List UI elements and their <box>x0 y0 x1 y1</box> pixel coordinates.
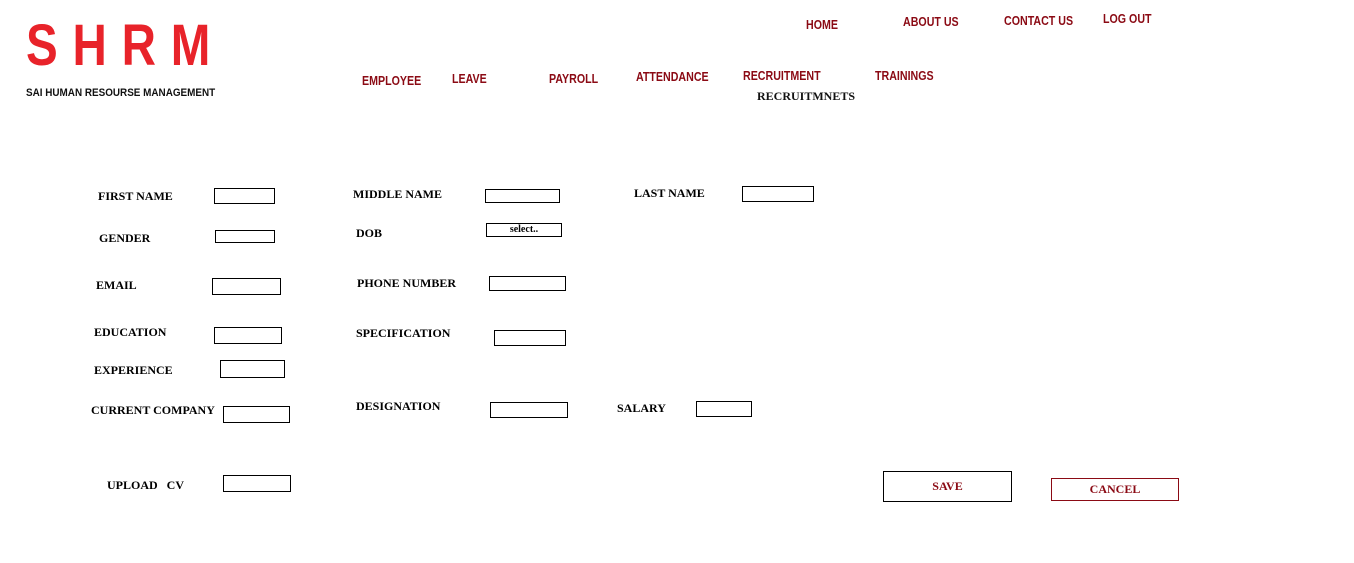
salary-label: SALARY <box>617 401 666 415</box>
experience-input[interactable] <box>220 360 285 378</box>
nav-recruitments-sublink[interactable]: RECRUITMNETS <box>757 89 855 104</box>
email-input[interactable] <box>212 278 281 295</box>
logo: SHRM <box>26 13 226 78</box>
nav-leave-link[interactable]: LEAVE <box>452 71 487 86</box>
experience-label: EXPERIENCE <box>94 363 173 377</box>
nav-contact-link[interactable]: CONTACT US <box>1004 13 1073 28</box>
cancel-button[interactable]: CANCEL <box>1051 478 1179 501</box>
phone-number-label: PHONE NUMBER <box>357 276 456 290</box>
nav-recruitment-link[interactable]: RECRUITMENT <box>743 68 821 83</box>
email-label: EMAIL <box>96 278 137 292</box>
nav-home-link[interactable]: HOME <box>806 17 838 32</box>
tagline: SAI HUMAN RESOURSE MANAGEMENT <box>26 87 216 99</box>
nav-logout-link[interactable]: LOG OUT <box>1103 11 1152 26</box>
current-company-label: CURRENT COMPANY <box>91 403 215 417</box>
phone-number-input[interactable] <box>489 276 566 291</box>
specification-input[interactable] <box>494 330 566 346</box>
current-company-input[interactable] <box>223 406 290 423</box>
last-name-label: LAST NAME <box>634 186 705 200</box>
dob-select[interactable]: select.. <box>486 223 562 237</box>
upload-cv-input[interactable] <box>223 475 291 492</box>
middle-name-label: MIDDLE NAME <box>353 187 442 201</box>
dob-label: DOB <box>356 226 383 240</box>
upload-cv-label: UPLOAD CV <box>107 478 184 492</box>
education-input[interactable] <box>214 327 282 344</box>
nav-attendance-link[interactable]: ATTENDANCE <box>636 69 709 84</box>
nav-about-link[interactable]: ABOUT US <box>903 14 959 29</box>
first-name-input[interactable] <box>214 188 275 204</box>
salary-input[interactable] <box>696 401 752 417</box>
specification-label: SPECIFICATION <box>356 326 451 340</box>
middle-name-input[interactable] <box>485 189 560 203</box>
first-name-label: FIRST NAME <box>98 189 173 203</box>
nav-trainings-link[interactable]: TRAININGS <box>875 68 934 83</box>
gender-label: GENDER <box>99 231 151 245</box>
designation-label: DESIGNATION <box>356 399 441 413</box>
nav-payroll-link[interactable]: PAYROLL <box>549 71 598 86</box>
save-button[interactable]: SAVE <box>883 471 1012 502</box>
education-label: EDUCATION <box>94 325 167 339</box>
last-name-input[interactable] <box>742 186 814 202</box>
nav-employee-link[interactable]: EMPLOYEE <box>362 73 421 88</box>
designation-input[interactable] <box>490 402 568 418</box>
gender-input[interactable] <box>215 230 275 243</box>
